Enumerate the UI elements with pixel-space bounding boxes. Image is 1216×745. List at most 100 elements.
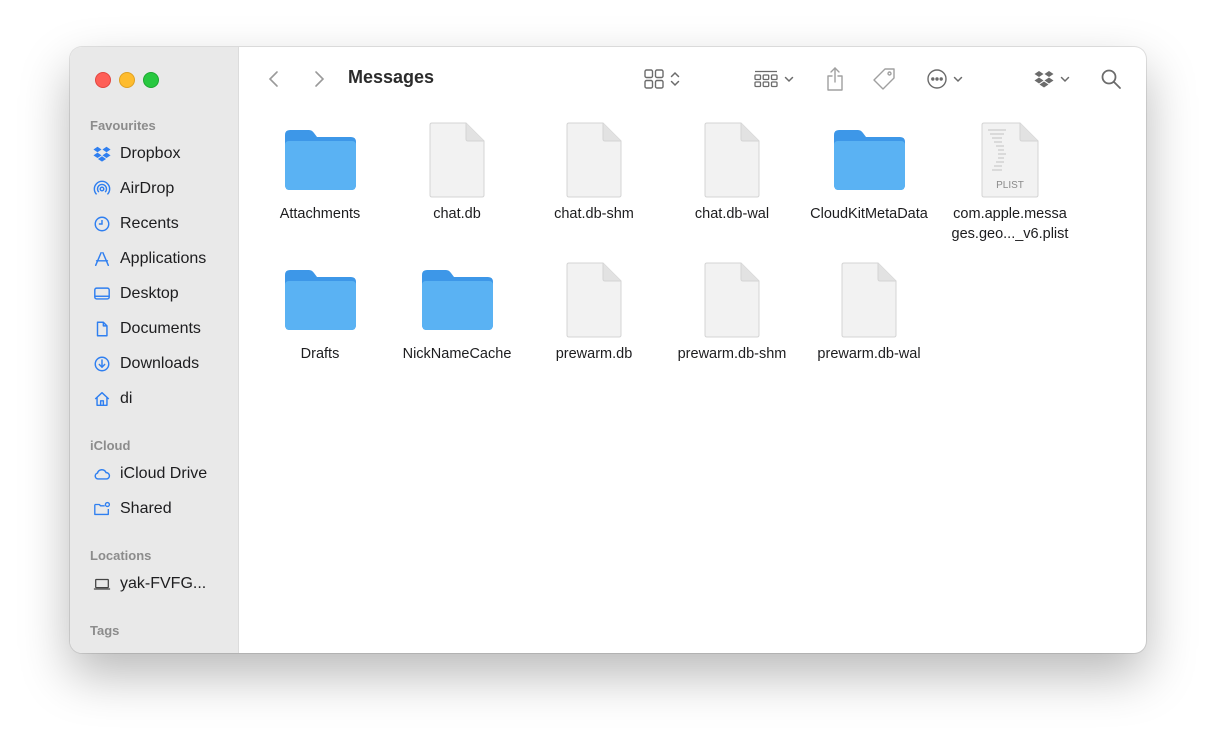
file-name: chat.db-wal <box>694 206 770 222</box>
document-icon <box>566 122 622 198</box>
icon-grid-icon <box>644 69 664 89</box>
sidebar-item-icloud-drive[interactable]: iCloud Drive <box>82 460 232 488</box>
sidebar-item-documents[interactable]: Documents <box>82 315 232 343</box>
sidebar-item-label: Shared <box>120 500 172 517</box>
folder-icon <box>834 130 905 190</box>
sidebar-item-dropbox[interactable]: Dropbox <box>82 140 232 168</box>
page-title: Messages <box>348 67 435 87</box>
finder-window: Favourites Dropbox AirDrop Recents Appli… <box>70 47 1146 653</box>
file-grid: Attachments chat.db chat.db-shm chat.db-… <box>238 113 1146 653</box>
folder-icon <box>422 270 493 330</box>
forward-button[interactable] <box>308 67 330 91</box>
document-icon <box>429 122 485 198</box>
folder-icon <box>285 270 356 330</box>
applications-icon <box>92 249 112 269</box>
favourites-section-title: Favourites <box>90 118 156 133</box>
group-by-button[interactable] <box>753 66 795 92</box>
sidebar-item-applications[interactable]: Applications <box>82 245 232 273</box>
file-name: NickNameCache <box>402 346 512 362</box>
group-icon <box>754 70 778 88</box>
file-name: Drafts <box>300 346 340 362</box>
file-name: chat.db-shm <box>554 206 634 222</box>
file-item-document[interactable]: prewarm.db-wal <box>804 258 934 364</box>
chevron-right-icon <box>315 71 325 87</box>
plist-file-icon: PLIST <box>981 122 1039 198</box>
search-button[interactable] <box>1100 66 1122 92</box>
laptop-icon <box>92 574 112 594</box>
sidebar-item-label: di <box>120 390 133 407</box>
file-item-document[interactable]: chat.db-shm <box>529 118 659 224</box>
sidebar: Favourites Dropbox AirDrop Recents Appli… <box>70 47 239 653</box>
chevron-left-icon <box>268 71 278 87</box>
share-icon <box>827 67 843 91</box>
sidebar-item-label: iCloud Drive <box>120 465 208 482</box>
document-icon <box>841 262 897 338</box>
file-item-folder[interactable]: Attachments <box>255 118 385 224</box>
file-item-folder[interactable]: NickNameCache <box>392 258 522 364</box>
close-window-button[interactable] <box>95 72 111 88</box>
file-item-folder[interactable]: Drafts <box>255 258 385 364</box>
sidebar-item-label: AirDrop <box>120 180 175 197</box>
view-mode-button[interactable] <box>643 66 681 92</box>
file-name: prewarm.db-shm <box>677 346 787 362</box>
file-item-plist[interactable]: PLIST com.apple.messa ges.geo..._v6.plis… <box>941 118 1079 244</box>
file-item-document[interactable]: chat.db <box>392 118 522 224</box>
back-button[interactable] <box>263 67 285 91</box>
sidebar-item-desktop[interactable]: Desktop <box>82 280 232 308</box>
file-name: prewarm.db-wal <box>817 346 921 362</box>
tag-icon <box>873 68 895 90</box>
more-actions-button[interactable] <box>926 66 964 92</box>
sidebar-item-label: Desktop <box>120 285 179 302</box>
chevron-updown-icon <box>670 71 680 87</box>
tags-section-title: Tags <box>90 623 120 638</box>
share-button[interactable] <box>824 66 846 92</box>
cloud-icon <box>92 464 112 484</box>
folder-icon <box>285 130 356 190</box>
locations-section-title: Locations <box>90 548 152 563</box>
file-name: prewarm.db <box>555 346 633 362</box>
sidebar-item-recents[interactable]: Recents <box>82 210 232 238</box>
sidebar-item-airdrop[interactable]: AirDrop <box>82 175 232 203</box>
dropbox-toolbar-button[interactable] <box>1033 66 1071 92</box>
file-item-document[interactable]: chat.db-wal <box>667 118 797 224</box>
plist-badge: PLIST <box>996 180 1024 191</box>
shared-folder-icon <box>92 499 112 519</box>
tags-button[interactable] <box>871 66 897 92</box>
sidebar-item-label: Dropbox <box>120 145 181 162</box>
document-icon <box>704 122 760 198</box>
zoom-window-button[interactable] <box>143 72 159 88</box>
chevron-down-icon <box>953 76 963 83</box>
file-item-folder[interactable]: CloudKitMetaData <box>804 118 934 224</box>
home-icon <box>92 389 112 409</box>
dropbox-icon <box>92 144 112 164</box>
dropbox-icon <box>1034 71 1054 88</box>
desktop-icon <box>92 284 112 304</box>
file-item-document[interactable]: prewarm.db <box>529 258 659 364</box>
window-controls <box>95 72 159 88</box>
sidebar-item-label: Recents <box>120 215 179 232</box>
chevron-down-icon <box>784 76 794 83</box>
file-name: chat.db <box>433 206 481 222</box>
file-name: Attachments <box>279 206 361 222</box>
download-icon <box>92 354 112 374</box>
airdrop-icon <box>92 179 112 199</box>
sidebar-item-label: Documents <box>120 320 201 337</box>
toolbar: Messages <box>238 47 1146 113</box>
sidebar-item-downloads[interactable]: Downloads <box>82 350 232 378</box>
file-item-document[interactable]: prewarm.db-shm <box>667 258 797 364</box>
document-icon <box>566 262 622 338</box>
file-name: CloudKitMetaData <box>810 206 928 222</box>
clock-icon <box>92 214 112 234</box>
sidebar-item-label: Downloads <box>120 355 200 372</box>
sidebar-item-label: Applications <box>120 250 207 267</box>
icloud-section-title: iCloud <box>90 438 131 453</box>
minimize-window-button[interactable] <box>119 72 135 88</box>
ellipsis-circle-icon <box>927 69 947 89</box>
document-icon <box>704 262 760 338</box>
document-icon <box>92 319 112 339</box>
sidebar-item-label: yak-FVFG... <box>120 575 207 592</box>
sidebar-item-shared[interactable]: Shared <box>82 495 232 523</box>
sidebar-item-computer[interactable]: yak-FVFG... <box>82 570 232 598</box>
sidebar-item-home[interactable]: di <box>82 385 232 413</box>
search-icon <box>1101 69 1121 89</box>
